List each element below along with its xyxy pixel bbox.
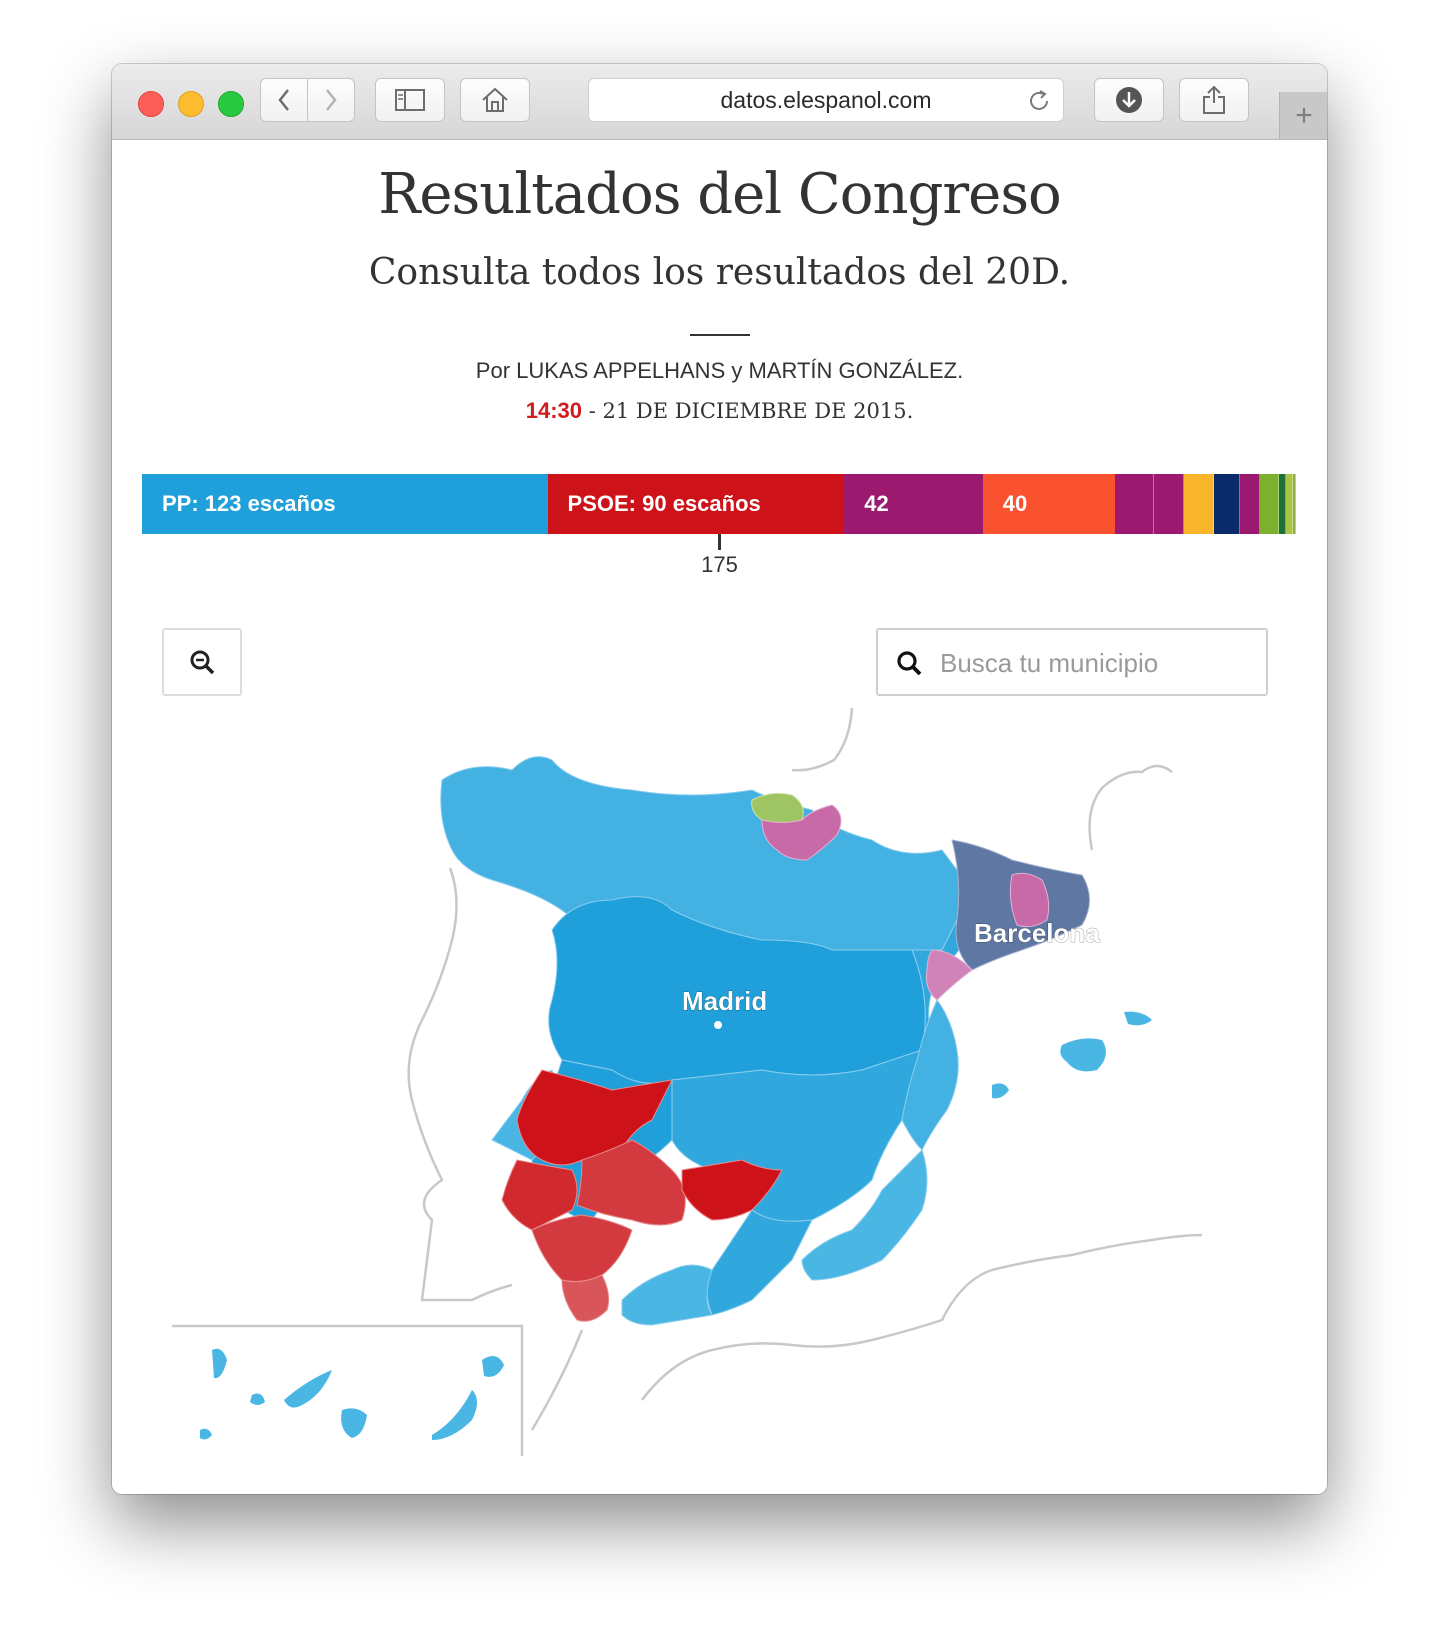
seat-segment-2[interactable]: 42 [844,474,983,534]
address-bar[interactable]: datos.elespanol.com [588,78,1064,122]
reload-icon[interactable] [1027,89,1051,113]
title-divider [690,334,750,336]
seat-segment-3[interactable]: 40 [982,474,1115,534]
city-dot-barcelona [1034,953,1042,961]
spain-results-map[interactable]: Madrid Barcelona [112,700,1327,1494]
seat-segment-label: PSOE: 90 escaños [567,491,761,516]
browser-toolbar: datos.elespanol.com + [112,64,1327,140]
balearic-islands[interactable] [992,1011,1152,1099]
seat-segment-11[interactable] [1286,474,1293,534]
url-text: datos.elespanol.com [720,86,932,113]
seat-segment-0[interactable]: PP: 123 escaños [142,474,548,534]
seat-segment-5[interactable] [1154,474,1184,534]
browser-window: datos.elespanol.com + Resultados del Con… [112,64,1327,1494]
chevron-left-icon [278,89,289,111]
seat-segment-label: 40 [1002,491,1028,516]
plus-icon: + [1295,98,1313,132]
seat-segment-10[interactable] [1279,474,1287,534]
majority-marker [718,534,721,550]
region-pp[interactable] [440,756,983,1326]
city-label-madrid: Madrid [682,986,767,1016]
home-button[interactable] [460,78,530,122]
download-icon [1116,87,1142,113]
city-dot-madrid [714,1021,722,1029]
seat-segment-1[interactable]: PSOE: 90 escaños [547,474,845,534]
publish-time: 14:30 [525,398,583,423]
city-label-barcelona: Barcelona [974,918,1100,948]
seat-segment-4[interactable] [1114,474,1155,534]
canary-islands[interactable] [200,1348,504,1440]
new-tab-button[interactable]: + [1279,92,1327,139]
municipality-search[interactable] [876,628,1268,696]
search-input[interactable] [938,640,1252,686]
share-button[interactable] [1179,78,1249,122]
search-icon [897,651,922,676]
seat-segment-label: 42 [864,491,889,516]
seat-segment-8[interactable] [1239,474,1260,534]
page-content: Resultados del Congreso Consulta todos l… [112,140,1327,1494]
zoom-window-button[interactable] [218,91,244,117]
chevron-right-icon [326,89,337,111]
share-icon [1203,85,1225,114]
page-title: Resultados del Congreso [378,162,1062,227]
zoom-out-button[interactable] [162,628,242,696]
sidebar-button[interactable] [375,78,445,122]
dateline: 14:30 - 21 DE DICIEMBRE DE 2015. [112,398,1327,424]
seat-distribution-bar: PP: 123 escaños PSOE: 90 escaños 42 40 [142,474,1296,534]
forward-button[interactable] [307,78,355,122]
seat-segment-6[interactable] [1183,474,1214,534]
seat-segment-9[interactable] [1259,474,1280,534]
sidebar-icon [395,89,425,111]
seat-segment-12[interactable] [1292,474,1296,534]
majority-label: 175 [701,552,738,577]
seat-segment-7[interactable] [1213,474,1240,534]
back-button[interactable] [260,78,308,122]
close-window-button[interactable] [138,91,164,117]
publish-date: - 21 DE DICIEMBRE DE 2015. [588,399,914,423]
downloads-button[interactable] [1094,78,1164,122]
zoom-out-icon [190,650,215,675]
seat-segment-label: PP: 123 escaños [162,491,336,516]
home-icon [482,87,508,112]
page-subtitle: Consulta todos los resultados del 20D. [368,252,1071,293]
byline: Por LUKAS APPELHANS y MARTÍN GONZÁLEZ. [475,358,964,383]
minimize-window-button[interactable] [178,91,204,117]
